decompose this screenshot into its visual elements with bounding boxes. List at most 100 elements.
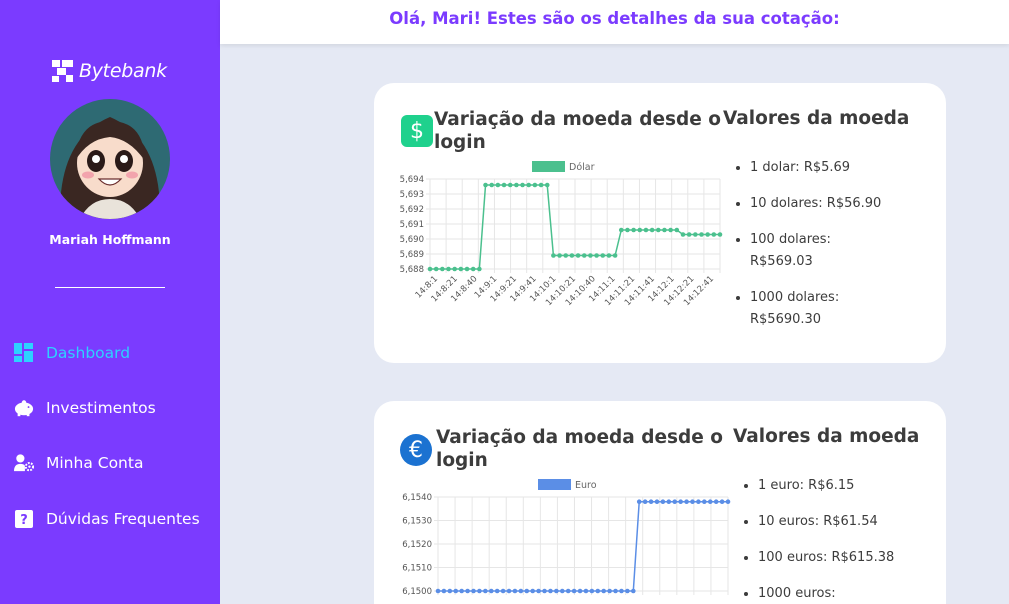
value-item: 100 dolares: R$569.03: [750, 229, 894, 273]
data-point: [637, 227, 643, 233]
data-point: [588, 253, 593, 258]
data-point: [625, 588, 630, 594]
dollar-icon: $: [401, 115, 433, 147]
sidebar-item-label: Dúvidas Frequentes: [46, 510, 200, 528]
data-point: [575, 253, 581, 258]
data-point: [520, 182, 525, 188]
sidebar-item-label: Investimentos: [46, 399, 156, 417]
data-point: [642, 499, 648, 504]
data-point: [571, 588, 577, 594]
brand-name: Bytebank: [79, 60, 167, 82]
data-point: [526, 182, 532, 188]
data-point: [613, 588, 618, 594]
data-point: [686, 232, 692, 237]
data-point: [427, 266, 433, 272]
data-point: [674, 227, 680, 233]
data-point: [532, 182, 538, 188]
data-point: [666, 499, 672, 504]
data-point: [660, 499, 666, 504]
y-tick-label: 6,1520: [402, 540, 432, 550]
data-point: [690, 499, 695, 504]
data-point: [538, 182, 544, 188]
data-point: [684, 499, 689, 504]
data-point: [678, 499, 683, 504]
data-point: [542, 588, 547, 594]
data-point: [477, 266, 482, 272]
data-point: [595, 588, 601, 594]
bytebank-logo-icon: [52, 60, 74, 82]
data-point: [577, 588, 583, 594]
data-point: [554, 588, 559, 594]
y-tick-label: 6,1510: [402, 564, 432, 574]
data-point: [649, 227, 655, 233]
sidebar-item-dashboard[interactable]: Dashboard: [14, 343, 130, 363]
data-point: [569, 253, 575, 258]
data-point: [618, 227, 624, 233]
data-point: [518, 588, 524, 594]
legend-label: Euro: [575, 480, 597, 491]
piggy-bank-icon: [14, 398, 34, 418]
data-point: [446, 266, 451, 272]
data-point: [464, 266, 470, 272]
data-point: [433, 266, 439, 272]
data-point: [696, 499, 701, 504]
brand[interactable]: Bytebank: [52, 60, 167, 82]
sidebar-item-label: Minha Conta: [46, 454, 144, 472]
data-point: [507, 182, 513, 188]
legend-swatch: [538, 479, 571, 490]
data-point: [544, 182, 550, 188]
data-point: [705, 232, 710, 237]
sidebar-item-investimentos[interactable]: Investimentos: [14, 398, 156, 418]
data-point: [565, 588, 571, 594]
y-tick-label: 6,1540: [402, 493, 432, 503]
data-point: [711, 232, 717, 237]
data-point: [607, 588, 612, 594]
data-point: [654, 499, 660, 504]
data-point: [548, 588, 553, 594]
data-point: [435, 588, 441, 594]
value-item: 1 euro: R$6.15: [758, 475, 902, 497]
top-bar: Olá, Mari! Estes são os detalhes da sua …: [220, 0, 1009, 44]
data-point: [489, 182, 495, 188]
data-point: [483, 588, 488, 594]
y-tick-label: 5,691: [400, 220, 424, 230]
data-point: [447, 588, 453, 594]
value-item: 100 euros: R$615.38: [758, 547, 902, 569]
data-point: [551, 253, 556, 258]
svg-text:?: ?: [20, 513, 28, 528]
dollar-card: $ Variação da moeda desde o login Valore…: [374, 83, 946, 363]
data-point: [648, 499, 654, 504]
data-point: [453, 588, 459, 594]
sidebar-item-duvidas-frequentes[interactable]: ? Dúvidas Frequentes: [14, 509, 200, 529]
divider: [55, 287, 165, 288]
data-point: [606, 253, 612, 258]
card-title: Variação da moeda desde o login: [434, 109, 721, 153]
data-point: [625, 227, 630, 233]
data-point: [501, 182, 507, 188]
data-point: [631, 227, 636, 233]
values-title: Valores da moeda: [723, 108, 910, 129]
data-point: [465, 588, 470, 594]
value-item: 10 euros: R$61.54: [758, 511, 902, 533]
avatar[interactable]: [50, 99, 170, 219]
legend-swatch: [532, 161, 565, 172]
data-point: [459, 588, 464, 594]
data-point: [699, 232, 704, 237]
data-point: [536, 588, 541, 594]
greeting-title: Olá, Mari! Estes são os detalhes da sua …: [389, 9, 840, 28]
data-point: [589, 588, 595, 594]
value-item: 10 dolares: R$56.90: [750, 193, 894, 215]
data-point: [483, 182, 488, 188]
user-name: Mariah Hoffmann: [49, 232, 171, 247]
data-point: [631, 588, 636, 594]
data-point: [470, 266, 476, 272]
sidebar-item-minha-conta[interactable]: Minha Conta: [14, 453, 143, 473]
data-point: [619, 588, 624, 594]
data-point: [495, 182, 501, 188]
data-point: [717, 232, 723, 237]
y-tick-label: 5,688: [400, 265, 424, 275]
dollar-chart: Dólar 5,694 5,693 5,692 5,691 5,690 5,689 5,688…: [400, 161, 723, 308]
legend-label: Dólar: [569, 162, 595, 173]
data-point: [452, 266, 457, 272]
values-title: Valores da moeda: [733, 426, 920, 447]
